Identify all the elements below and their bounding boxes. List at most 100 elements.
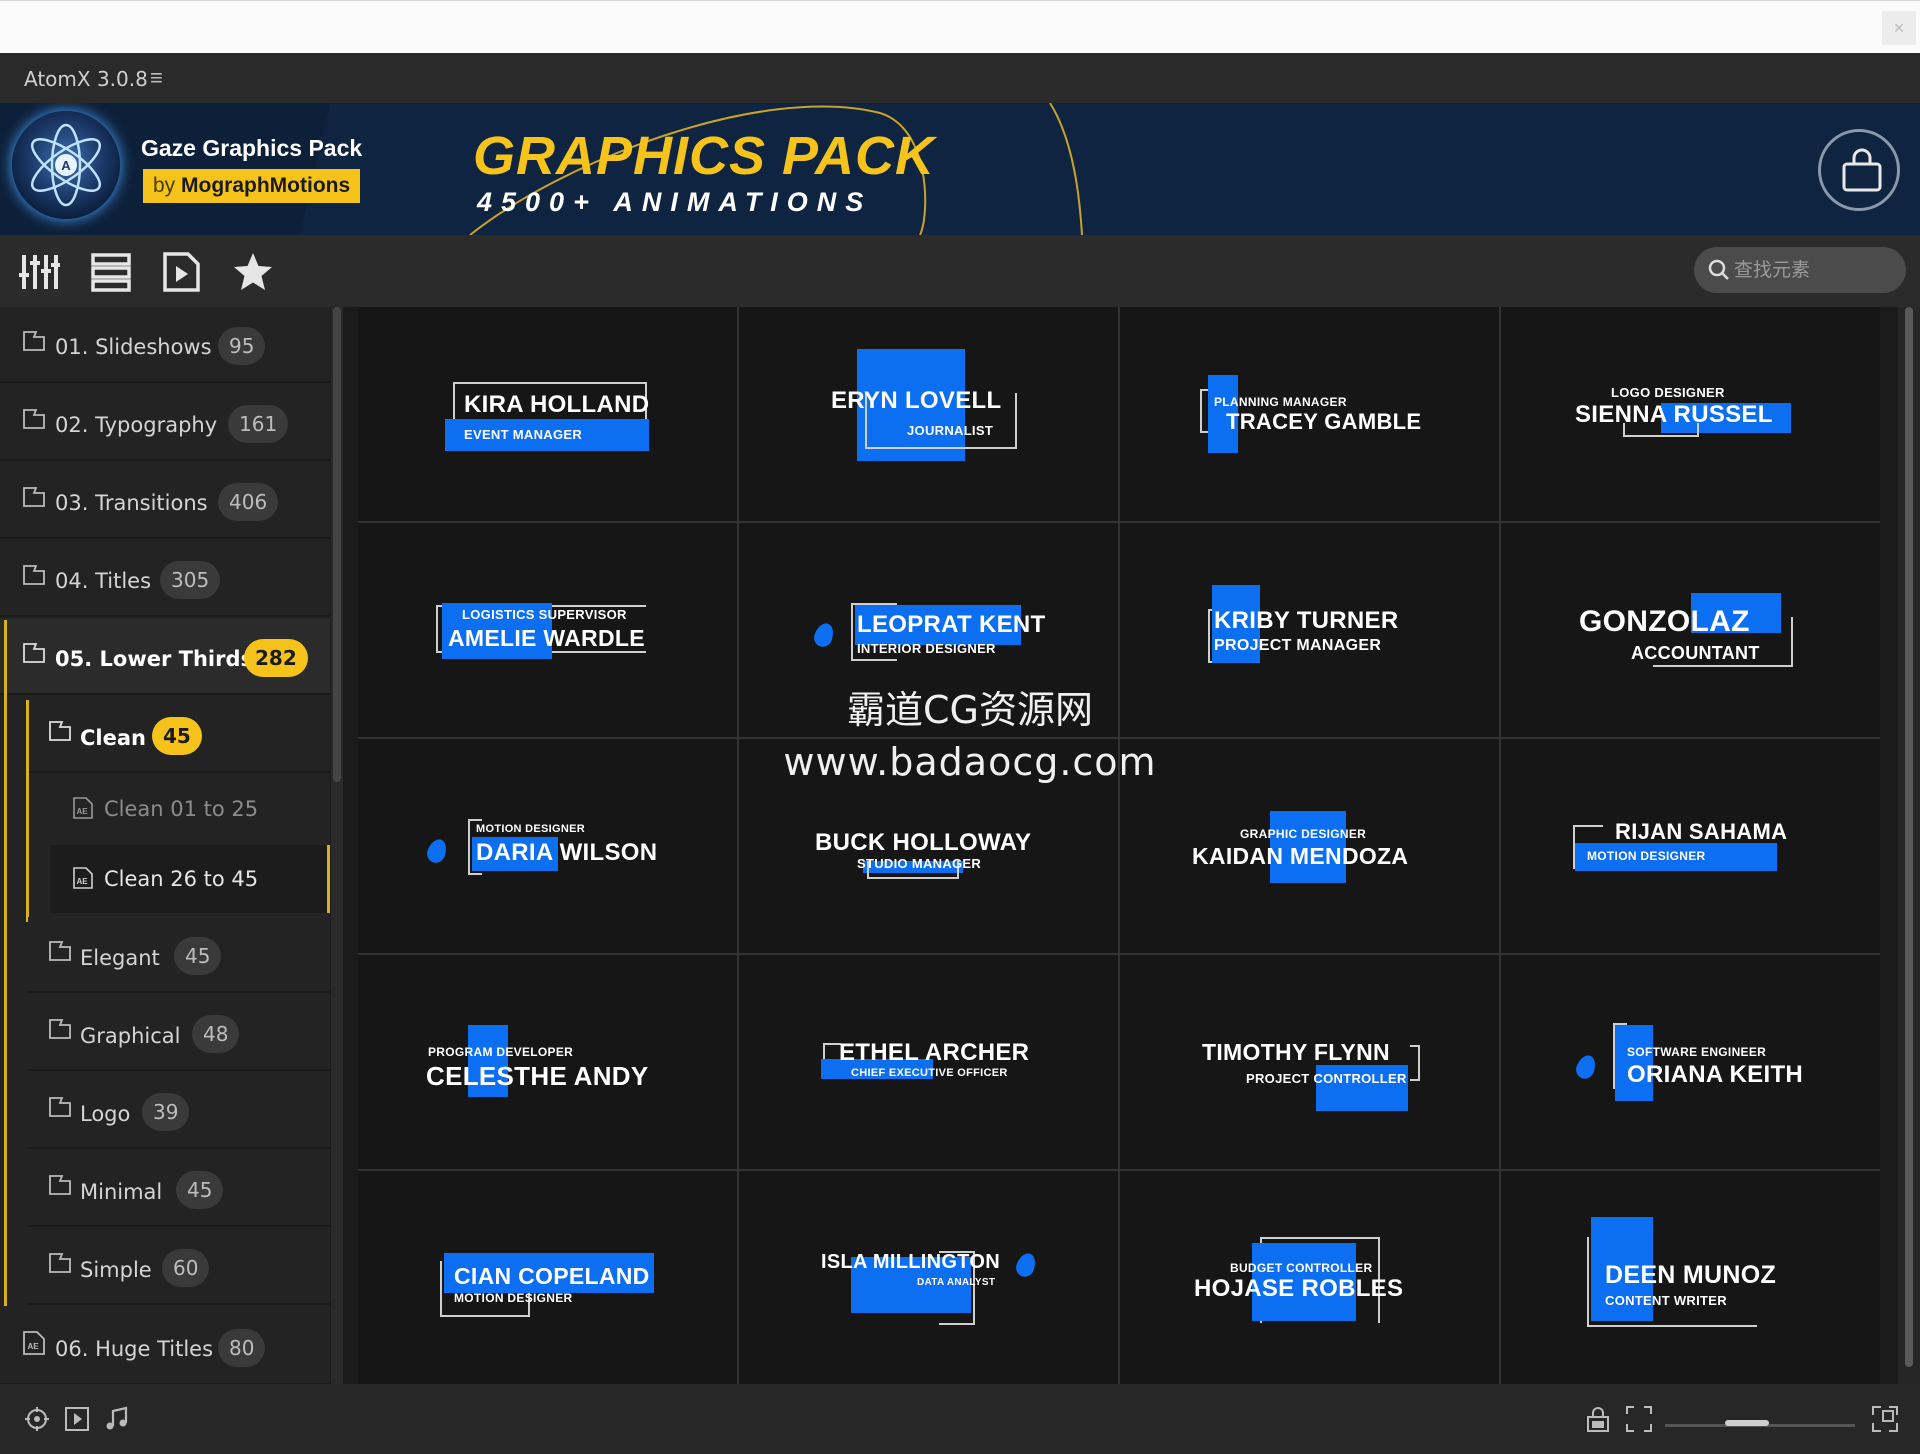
svg-text:A: A (61, 158, 71, 173)
status-bar (0, 1384, 1920, 1454)
shopping-bag-icon (1842, 148, 1882, 192)
group-indicator (4, 620, 7, 1306)
role-text: BUDGET CONTROLLER (1230, 1261, 1373, 1275)
category-transitions[interactable]: 03. Transitions 406 (0, 463, 330, 539)
banner-headline: GRAPHICS PACK (473, 126, 936, 186)
preview-tile[interactable]: SOFTWARE ENGINEER ORIANA KEITH (1501, 955, 1880, 1169)
shop-button[interactable] (1818, 129, 1900, 211)
preview-tile[interactable]: BUCK HOLLOWAY STUDIO MANAGER (739, 739, 1118, 953)
preview-tile[interactable]: RIJAN SAHAMA MOTION DESIGNER (1501, 739, 1880, 953)
name-text: DARIA WILSON (476, 839, 658, 866)
name-text: ERYN LOVELL (831, 387, 1002, 414)
preview-tile[interactable]: TIMOTHY FLYNN PROJECT CONTROLLER (1120, 955, 1499, 1169)
subcategory-minimal[interactable]: Minimal 45 (28, 1151, 330, 1227)
count-badge: 80 (218, 1329, 266, 1367)
preview-tile[interactable]: GONZOLAZ ACCOUNTANT (1501, 523, 1880, 737)
preview-tile[interactable]: MOTION DESIGNER DARIA WILSON (358, 739, 737, 953)
preview-tile[interactable]: LOGISTICS SUPERVISOR AMELIE WARDLE (358, 523, 737, 737)
folder-icon (49, 1175, 71, 1195)
name-text: ETHEL ARCHER (839, 1039, 1030, 1066)
category-huge-titles[interactable]: AE 06. Huge Titles 80 (0, 1309, 330, 1384)
preview-tile[interactable]: PLANNING MANAGER TRACEY GAMBLE (1120, 307, 1499, 521)
composition-clean-01-25[interactable]: AE Clean 01 to 25 (50, 775, 330, 843)
sidebar-scrollbar-thumb[interactable] (333, 307, 341, 782)
preview-tile[interactable]: BUDGET CONTROLLER HOJASE ROBLES (1120, 1171, 1499, 1385)
search-input[interactable] (1734, 255, 1894, 285)
preview-tile[interactable]: KIRA HOLLAND EVENT MANAGER (358, 307, 737, 521)
count-badge: 282 (244, 639, 308, 677)
author-name: MographMotions (181, 174, 351, 197)
lock-icon[interactable] (1586, 1406, 1610, 1437)
subcategory-graphical[interactable]: Graphical 48 (28, 995, 330, 1071)
svg-text:AE: AE (27, 1342, 39, 1351)
target-icon[interactable] (24, 1406, 50, 1437)
role-text: MOTION DESIGNER (1587, 849, 1706, 863)
role-text: SOFTWARE ENGINEER (1627, 1045, 1767, 1059)
count-badge: 45 (152, 717, 202, 755)
subcategory-elegant[interactable]: Elegant 45 (28, 917, 330, 993)
favorites-star-icon[interactable] (232, 251, 274, 293)
search-box[interactable] (1694, 247, 1906, 293)
fullscreen-icon[interactable] (1872, 1406, 1898, 1437)
name-text: HOJASE ROBLES (1194, 1275, 1404, 1302)
preview-tile[interactable]: PROGRAM DEVELOPER CELESTHE ANDY (358, 955, 737, 1169)
category-label: 05. Lower Thirds (55, 647, 253, 671)
subcategory-label: Clean (80, 726, 146, 750)
subcategory-logo[interactable]: Logo 39 (28, 1073, 330, 1149)
category-typography[interactable]: 02. Typography 161 (0, 385, 330, 461)
preview-tile[interactable]: ERYN LOVELL JOURNALIST (739, 307, 1118, 521)
grid-scrollbar[interactable] (1898, 307, 1920, 1384)
preview-tile[interactable]: LOGO DESIGNER SIENNA RUSSEL (1501, 307, 1880, 521)
svg-text:AE: AE (76, 807, 88, 816)
preview-tile[interactable]: ETHEL ARCHER CHIEF EXECUTIVE OFFICER (739, 955, 1118, 1169)
zoom-slider-handle[interactable] (1725, 1420, 1769, 1426)
name-text: ORIANA KEITH (1627, 1061, 1804, 1088)
sidebar-scrollbar[interactable] (331, 307, 343, 1384)
category-titles[interactable]: 04. Titles 305 (0, 541, 330, 617)
pack-author-tag[interactable]: by MographMotions (143, 169, 361, 203)
category-label: 06. Huge Titles (55, 1337, 214, 1361)
music-note-icon[interactable] (104, 1406, 130, 1437)
folder-open-icon (49, 721, 71, 741)
hamburger-menu-icon[interactable]: ≡ (150, 65, 163, 91)
window-top-strip: × (0, 0, 1920, 53)
name-text: CIAN COPELAND (454, 1263, 650, 1289)
preview-file-icon[interactable] (160, 251, 202, 293)
grid-scrollbar-thumb[interactable] (1905, 307, 1913, 1367)
count-badge: 305 (160, 561, 221, 599)
category-label: 04. Titles (55, 569, 152, 593)
list-view-icon[interactable] (90, 251, 132, 293)
category-label: 02. Typography (55, 413, 218, 437)
pack-banner: A Gaze Graphics Pack by MographMotions G… (0, 103, 1920, 235)
preview-tile[interactable]: KRIBY TURNER PROJECT MANAGER (1120, 523, 1499, 737)
name-text: TIMOTHY FLYNN (1202, 1039, 1390, 1065)
preview-tile[interactable]: ISLA MILLINGTON DATA ANALYST (739, 1171, 1118, 1385)
role-text: STUDIO MANAGER (857, 856, 982, 871)
preview-tile[interactable]: GRAPHIC DESIGNER KAIDAN MENDOZA (1120, 739, 1499, 953)
ae-file-icon: AE (73, 797, 93, 819)
count-badge: 161 (228, 405, 289, 443)
preview-tile[interactable]: CIAN COPELAND MOTION DESIGNER (358, 1171, 737, 1385)
app-title: AtomX 3.0.8 (24, 67, 148, 91)
name-text: AMELIE WARDLE (448, 625, 645, 651)
role-text: CONTENT WRITER (1605, 1293, 1727, 1308)
composition-clean-26-45[interactable]: AE Clean 26 to 45 (50, 845, 330, 913)
composition-label: Clean 26 to 45 (104, 867, 259, 891)
subcategory-label: Simple (80, 1258, 152, 1282)
preview-tile[interactable]: LEOPRAT KENT INTERIOR DESIGNER (739, 523, 1118, 737)
category-lower-thirds[interactable]: 05. Lower Thirds 282 (0, 619, 330, 695)
folder-icon (49, 941, 71, 961)
play-box-icon[interactable] (64, 1406, 90, 1437)
preview-tile[interactable]: DEEN MUNOZ CONTENT WRITER (1501, 1171, 1880, 1385)
close-window-button[interactable]: × (1882, 11, 1916, 45)
subcategory-clean[interactable]: Clean 45 (28, 697, 330, 773)
drop-shape (1013, 1250, 1039, 1280)
category-label: 01. Slideshows (55, 335, 212, 359)
role-text: EVENT MANAGER (464, 427, 583, 442)
subcategory-simple[interactable]: Simple 60 (28, 1229, 330, 1305)
name-text: KRIBY TURNER (1214, 607, 1399, 634)
fit-frame-icon[interactable] (1626, 1406, 1652, 1437)
ae-file-icon: AE (23, 1331, 45, 1355)
category-slideshows[interactable]: 01. Slideshows 95 (0, 307, 330, 383)
sliders-icon[interactable] (18, 251, 60, 293)
